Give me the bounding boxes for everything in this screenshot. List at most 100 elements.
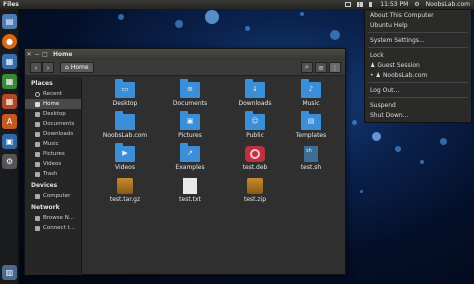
sidebar-item-computer[interactable]: Computer — [25, 191, 81, 201]
active-app-title: Files — [3, 1, 19, 8]
file-item-desktop[interactable]: ▭ Desktop — [90, 79, 160, 112]
sidebar-item-label: Home — [43, 101, 60, 107]
drive-icon — [35, 193, 40, 199]
bokeh-light — [300, 12, 304, 16]
sidebar-item-label: Music — [43, 141, 59, 147]
archive-icon — [117, 178, 133, 194]
sidebar-item-pictures[interactable]: Pictures — [25, 149, 81, 159]
file-item-test-tar-gz[interactable]: test.tar.gz — [90, 178, 160, 208]
archive-icon — [247, 178, 263, 194]
sidebar-item-music[interactable]: Music — [25, 139, 81, 149]
bokeh-light — [175, 20, 183, 28]
sidebar-item-label: Documents — [43, 121, 75, 127]
menu-item-about[interactable]: About This Computer — [365, 10, 471, 20]
menu-item-log-out[interactable]: Log Out... — [365, 85, 471, 95]
path-button-home[interactable]: ⌂ Home — [60, 62, 94, 73]
grid-view-icon[interactable]: ⋮ — [329, 62, 341, 73]
firefox-icon[interactable]: ● — [2, 34, 17, 49]
clock[interactable]: 11:53 PM — [380, 1, 408, 8]
network-icon[interactable] — [357, 2, 364, 7]
menu-item-suspend[interactable]: Suspend — [365, 100, 471, 110]
file-item-test-zip[interactable]: test.zip — [220, 178, 290, 208]
menu-item-current-user[interactable]: • ♟ NoobsLab.com — [365, 70, 471, 80]
list-view-icon[interactable]: ≡ — [315, 62, 327, 73]
home-icon: ⌂ — [65, 64, 69, 71]
file-item-documents[interactable]: ≡ Documents — [155, 79, 225, 112]
file-item-templates[interactable]: ▤ Templates — [276, 111, 346, 144]
folder-icon: ▤ — [301, 111, 321, 130]
back-button[interactable]: ‹ — [30, 62, 42, 73]
folder-icon: ▶ — [115, 143, 135, 162]
file-label: Examples — [175, 164, 205, 171]
folder-icon: ♪ — [301, 79, 321, 98]
sidebar-item-recent[interactable]: Recent — [25, 89, 81, 99]
file-item-music[interactable]: ♪ Music — [276, 79, 346, 112]
minimize-icon[interactable]: − — [33, 51, 41, 58]
sidebar-item-label: Pictures — [43, 151, 65, 157]
settings-icon[interactable]: ⚙ — [2, 154, 17, 169]
menu-item-guest-session[interactable]: ♟ Guest Session — [365, 60, 471, 70]
sidebar-item-desktop[interactable]: Desktop — [25, 109, 81, 119]
close-icon[interactable]: ✕ — [25, 51, 33, 58]
file-item-videos[interactable]: ▶ Videos — [90, 143, 160, 176]
menu-item-label: Guest Session — [377, 61, 420, 69]
file-label: test.sh — [300, 164, 322, 171]
sidebar-item-trash[interactable]: Trash — [25, 169, 81, 179]
volume-icon[interactable] — [369, 2, 374, 7]
sidebar-item-label: Downloads — [43, 131, 74, 137]
trash-icon[interactable]: ▥ — [2, 265, 17, 280]
bokeh-light — [395, 146, 401, 152]
view-controls: ⌕ ≡ ⋮ — [301, 62, 345, 73]
sidebar: Places Recent Home Desktop Documents Dow… — [25, 77, 82, 275]
maximize-icon[interactable]: □ — [41, 51, 49, 58]
gear-icon[interactable]: ⚙ — [414, 1, 419, 8]
menu-item-help[interactable]: Ubuntu Help — [365, 20, 471, 30]
menu-item-lock[interactable]: Lock — [365, 50, 471, 60]
spreadsheet-icon[interactable]: ▦ — [2, 74, 17, 89]
file-item-pictures[interactable]: ▣ Pictures — [155, 111, 225, 144]
search-icon[interactable]: ⌕ — [301, 62, 313, 73]
forward-button[interactable]: › — [42, 62, 54, 73]
folder-icon: ↗ — [180, 143, 200, 162]
menu-item-system-settings[interactable]: System Settings... — [365, 35, 471, 45]
presentation-icon[interactable]: ▦ — [2, 94, 17, 109]
menu-item-shut-down[interactable]: Shut Down... — [365, 110, 471, 120]
file-item-examples[interactable]: ↗ Examples — [155, 143, 225, 176]
session-user[interactable]: NoobsLab.com — [426, 1, 470, 8]
file-item-test-sh[interactable]: sh test.sh — [276, 146, 346, 176]
user-icon: ♟ — [375, 71, 381, 79]
deb-package-icon — [245, 146, 265, 162]
file-label: test.tar.gz — [109, 196, 141, 203]
server-icon — [35, 225, 40, 231]
trash-icon — [35, 171, 40, 177]
folder-icon — [35, 121, 40, 127]
software-center-icon[interactable]: A — [2, 114, 17, 129]
bokeh-light — [352, 120, 357, 125]
file-label: Music — [302, 100, 320, 107]
file-grid: ▭ Desktop ≡ Documents ↓ Downloads ♪ Musi… — [83, 77, 345, 275]
file-label: Desktop — [112, 100, 138, 107]
sidebar-item-browse-network[interactable]: Browse N... — [25, 213, 81, 223]
cart-icon[interactable]: ▣ — [2, 134, 17, 149]
sidebar-item-documents[interactable]: Documents — [25, 119, 81, 129]
document-icon[interactable]: ▦ — [2, 54, 17, 69]
devices-heading: Devices — [31, 182, 58, 189]
sidebar-item-videos[interactable]: Videos — [25, 159, 81, 169]
sidebar-item-home[interactable]: Home — [25, 99, 81, 109]
file-label: test.deb — [242, 164, 268, 171]
bokeh-light — [118, 14, 124, 20]
envelope-icon[interactable] — [345, 2, 352, 7]
folder-icon: ↓ — [245, 79, 265, 98]
network-heading: Network — [31, 204, 60, 211]
sidebar-item-downloads[interactable]: Downloads — [25, 129, 81, 139]
folder-icon[interactable]: ▤ — [2, 14, 17, 29]
folder-icon: ▣ — [180, 111, 200, 130]
window-title: Home — [53, 51, 73, 58]
sidebar-item-connect-server[interactable]: Connect t... — [25, 223, 81, 233]
file-item-noobslab[interactable]: NoobsLab.com — [90, 111, 160, 144]
folder-icon — [35, 111, 40, 117]
file-item-test-txt[interactable]: test.txt — [155, 178, 225, 208]
file-label: Videos — [115, 164, 135, 171]
network-icon — [35, 215, 40, 221]
bokeh-light — [372, 132, 381, 141]
